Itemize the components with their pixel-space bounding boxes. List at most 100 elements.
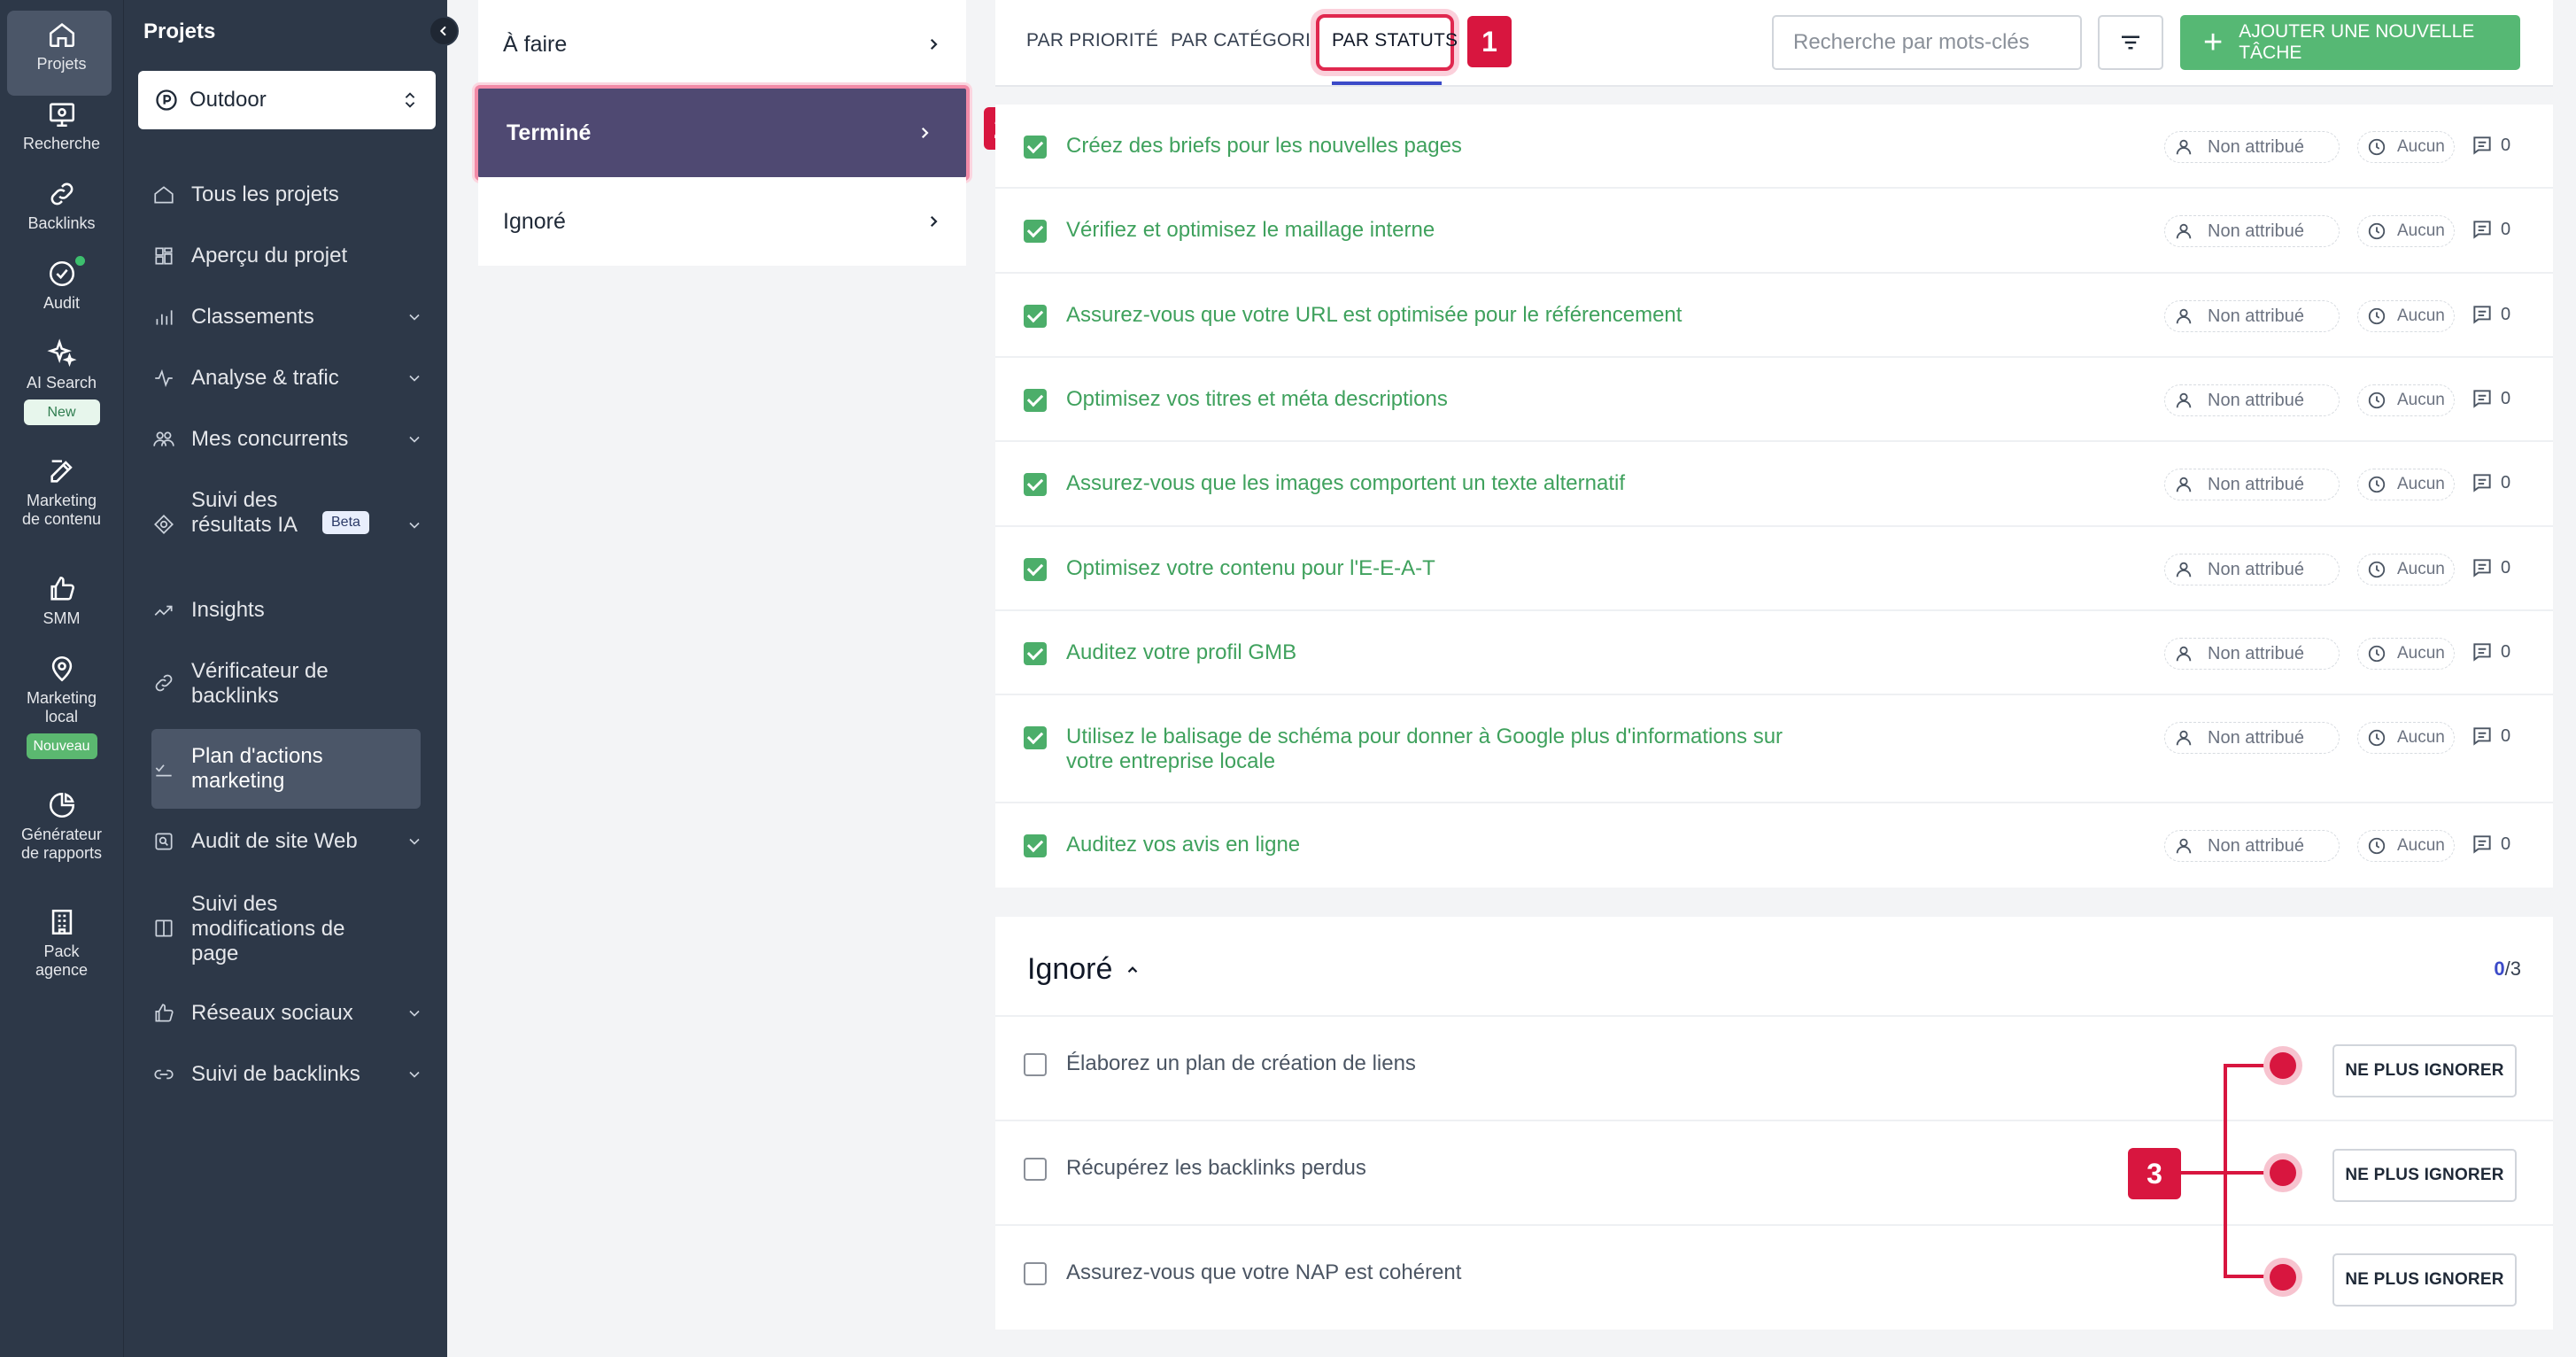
rail-item-pack-agence[interactable]: Pack agence [0, 907, 123, 980]
task-checkbox[interactable] [1024, 1053, 1047, 1076]
due-date-chip[interactable]: Aucun [2357, 384, 2455, 416]
section-header-ignore[interactable]: Ignoré [1027, 952, 1141, 987]
task-row[interactable]: Assurez-vous que votre URL est optimisée… [995, 274, 2553, 358]
assignee-chip[interactable]: Non attribué [2164, 384, 2340, 416]
task-row[interactable]: Auditez vos avis en ligne Non attribué A… [995, 803, 2553, 888]
assignee-chip[interactable]: Non attribué [2164, 722, 2340, 754]
nav-item-apercu[interactable]: Aperçu du projet [152, 244, 423, 268]
task-checkbox[interactable] [1024, 136, 1047, 159]
task-checkbox[interactable] [1024, 558, 1047, 581]
assignee-chip[interactable]: Non attribué [2164, 131, 2340, 163]
rail-item-generateur-rapports[interactable]: Générateur de rapports [0, 790, 123, 863]
assignee-chip[interactable]: Non attribué [2164, 469, 2340, 500]
nav-item-verificateur-backlinks[interactable]: Vérificateur de backlinks [152, 659, 423, 709]
status-item-a-faire[interactable]: À faire [478, 0, 966, 89]
due-date-chip[interactable]: Aucun [2357, 722, 2455, 754]
unignore-button[interactable]: NE PLUS IGNORER [2332, 1149, 2517, 1202]
task-checkbox[interactable] [1024, 1262, 1047, 1285]
due-date-chip[interactable]: Aucun [2357, 215, 2455, 247]
tab-par-categorie[interactable]: PAR CATÉGORIE [1171, 30, 1323, 51]
due-label: Aucun [2397, 644, 2445, 663]
rail-item-ai-search[interactable]: AI Search New [0, 338, 123, 425]
assignee-chip[interactable]: Non attribué [2164, 300, 2340, 332]
rail-item-marketing-contenu[interactable]: Marketing de contenu [0, 456, 123, 529]
comments-button[interactable]: 0 [2471, 725, 2510, 748]
rail-item-projets[interactable]: Projets [0, 11, 123, 96]
assignee-chip[interactable]: Non attribué [2164, 554, 2340, 585]
monitor-icon [49, 103, 74, 128]
comments-button[interactable]: 0 [2471, 303, 2510, 326]
task-checkbox[interactable] [1024, 1158, 1047, 1181]
section-title: Ignoré [1027, 952, 1113, 986]
status-label: Terminé [507, 120, 592, 145]
ignored-task-row[interactable]: Élaborez un plan de création de liens NE… [995, 1017, 2553, 1121]
comments-button[interactable]: 0 [2471, 833, 2510, 856]
nav-item-insights[interactable]: Insights [152, 598, 423, 623]
task-row[interactable]: Vérifiez et optimisez le maillage intern… [995, 189, 2553, 274]
status-item-ignore[interactable]: Ignoré [478, 177, 966, 266]
due-date-chip[interactable]: Aucun [2357, 830, 2455, 862]
nav-item-audit-site[interactable]: Audit de site Web [152, 829, 423, 854]
tab-par-statuts[interactable]: PAR STATUTS [1332, 30, 1458, 51]
nav-item-suivi-modifications[interactable]: Suivi des modifications de page [152, 892, 423, 966]
search-input[interactable] [1772, 15, 2082, 70]
task-checkbox[interactable] [1024, 473, 1047, 496]
comments-button[interactable]: 0 [2471, 134, 2510, 157]
nav-item-concurrents[interactable]: Mes concurrents [152, 427, 423, 452]
task-row[interactable]: Optimisez votre contenu pour l'E-E-A-T N… [995, 527, 2553, 611]
add-task-button[interactable]: + AJOUTER UNE NOUVELLE TÂCHE [2180, 15, 2520, 70]
task-checkbox[interactable] [1024, 834, 1047, 857]
task-checkbox[interactable] [1024, 726, 1047, 749]
comments-button[interactable]: 0 [2471, 471, 2510, 494]
assignee-chip[interactable]: Non attribué [2164, 215, 2340, 247]
rail-item-audit[interactable]: Audit [0, 259, 123, 313]
nav-item-analyse-trafic[interactable]: Analyse & trafic [152, 366, 423, 391]
unignore-button[interactable]: NE PLUS IGNORER [2332, 1253, 2517, 1307]
unignore-button[interactable]: NE PLUS IGNORER [2332, 1044, 2517, 1097]
task-row[interactable]: Assurez-vous que les images comportent u… [995, 442, 2553, 527]
due-date-chip[interactable]: Aucun [2357, 554, 2455, 585]
comment-icon [2473, 474, 2491, 492]
chevron-down-icon [409, 1071, 420, 1078]
nav-item-classements[interactable]: Classements [152, 305, 423, 330]
rail-item-marketing-local[interactable]: Marketing local Nouveau [0, 654, 123, 759]
rail-item-recherche[interactable]: Recherche [0, 99, 123, 153]
task-row[interactable]: Utilisez le balisage de schéma pour donn… [995, 695, 2553, 803]
ignored-task-row[interactable]: Assurez-vous que votre NAP est cohérent … [995, 1226, 2553, 1330]
task-checkbox[interactable] [1024, 389, 1047, 412]
ignored-task-row[interactable]: Récupérez les backlinks perdus NE PLUS I… [995, 1121, 2553, 1226]
filter-button[interactable] [2098, 15, 2163, 70]
tab-par-priorite[interactable]: PAR PRIORITÉ [1026, 30, 1158, 51]
task-row[interactable]: Auditez votre profil GMB Non attribué Au… [995, 611, 2553, 695]
collapse-sidebar-button[interactable] [429, 16, 459, 46]
task-text: Assurez-vous que votre URL est optimisée… [1066, 303, 1683, 327]
task-checkbox[interactable] [1024, 642, 1047, 665]
comments-button[interactable]: 0 [2471, 640, 2510, 663]
chevron-right-icon [930, 38, 938, 50]
comments-button[interactable]: 0 [2471, 218, 2510, 241]
comments-button[interactable]: 0 [2471, 387, 2510, 410]
link-icon [155, 674, 173, 692]
task-row[interactable]: Créez des briefs pour les nouvelles page… [995, 105, 2553, 189]
rail-item-smm[interactable]: SMM [0, 574, 123, 628]
due-date-chip[interactable]: Aucun [2357, 300, 2455, 332]
nav-item-suivi-ia[interactable]: Suivi des résultats IA [152, 488, 423, 562]
rail-item-backlinks[interactable]: Backlinks [0, 179, 123, 233]
project-selector[interactable]: Outdoor [138, 71, 436, 129]
due-date-chip[interactable]: Aucun [2357, 638, 2455, 670]
nav-item-reseaux-sociaux[interactable]: Réseaux sociaux [152, 1001, 423, 1026]
nav-item-tous-projets[interactable]: Tous les projets [152, 182, 423, 207]
nav-item-suivi-backlinks[interactable]: Suivi de backlinks [152, 1062, 423, 1087]
nav-item-plan-actions[interactable]: Plan d'actions marketing [152, 744, 423, 794]
chevron-right-icon [930, 215, 938, 228]
assignee-chip[interactable]: Non attribué [2164, 638, 2340, 670]
comments-button[interactable]: 0 [2471, 556, 2510, 579]
status-item-termine[interactable]: Terminé [475, 85, 970, 181]
task-row[interactable]: Optimisez vos titres et méta description… [995, 358, 2553, 442]
task-checkbox[interactable] [1024, 220, 1047, 243]
comment-icon [2473, 643, 2491, 662]
assignee-chip[interactable]: Non attribué [2164, 830, 2340, 862]
task-checkbox[interactable] [1024, 305, 1047, 328]
due-date-chip[interactable]: Aucun [2357, 469, 2455, 500]
due-date-chip[interactable]: Aucun [2357, 131, 2455, 163]
